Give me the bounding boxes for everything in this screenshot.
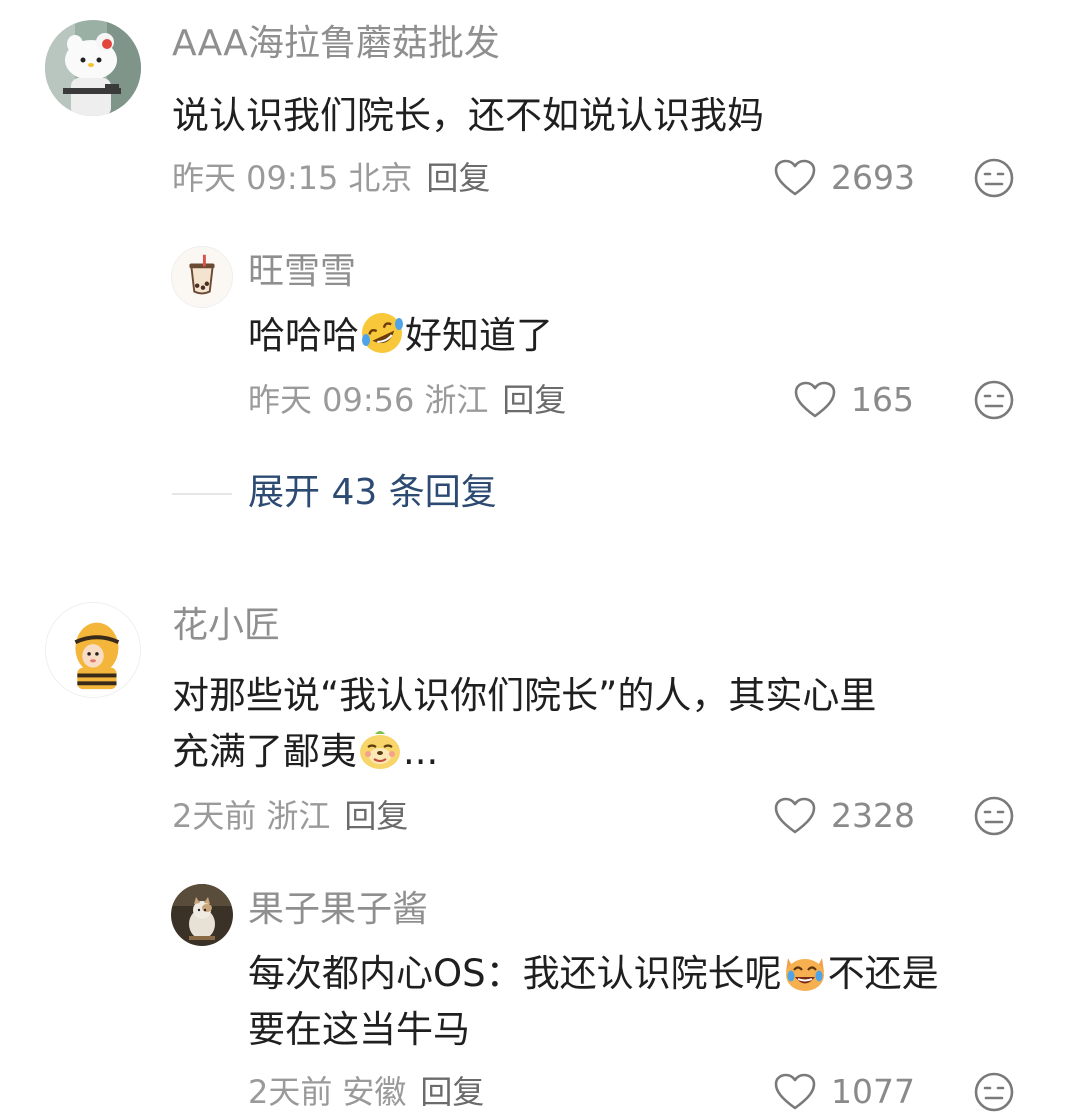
neutral-face-icon [974,158,1014,198]
avatar[interactable] [45,602,141,698]
comment-time: 2天前 [172,797,257,835]
dislike-button[interactable] [973,1071,1015,1113]
comment-meta: 2天前 浙江 回复 [172,796,408,836]
like-count: 165 [851,380,914,419]
like-count: 1077 [831,1072,915,1111]
like-button[interactable]: 2693 [773,156,915,200]
reply-text-part: 哈哈哈 [248,314,359,357]
reply-text-line: 每次都内心OS：我还认识院长呢 不还是 [248,946,939,1002]
reply-time: 昨天 09:56 [248,381,415,419]
reply-meta: 2天前 安徽 回复 [248,1072,484,1112]
reply-location: 浙江 [424,381,489,419]
reply-button[interactable]: 回复 [426,159,490,197]
reply-author-name[interactable]: 旺雪雪 [248,250,356,294]
reply-author-name[interactable]: 果子果子酱 [248,888,428,932]
like-button[interactable]: 165 [793,378,914,422]
cat-photo-avatar-icon [171,884,233,946]
like-button[interactable]: 2328 [773,794,915,838]
reply-location: 安徽 [342,1073,407,1111]
heart-icon [774,797,816,834]
like-button[interactable]: 1077 [773,1070,915,1114]
comment-location: 北京 [348,159,413,197]
reply-time: 2天前 [248,1073,333,1111]
like-count: 2328 [831,796,915,835]
comment-text-line: 充满了鄙夷 ... [172,724,876,780]
reply-text: 每次都内心OS：我还认识院长呢 不还是 要在这当牛马 [248,946,939,1058]
avatar[interactable] [45,20,141,116]
comment-time: 昨天 09:15 [172,159,339,197]
rofl-emoji-icon [359,310,405,356]
avatar[interactable] [171,246,233,308]
comment-text: 说认识我们院长，还不如说认识我妈 [172,94,764,137]
reply-text-part: 不还是 [827,952,939,995]
reply-text-line: 要在这当牛马 [248,1008,470,1051]
reply-meta: 昨天 09:56 浙江 回复 [248,380,566,420]
reply-button[interactable]: 回复 [420,1073,484,1111]
comment-text: 对那些说“我认识你们院长”的人，其实心里 充满了鄙夷 ... [172,668,876,780]
comment-author-name[interactable]: 花小匠 [172,604,280,648]
dislike-button[interactable] [973,157,1015,199]
comment-text-part: 充满了鄙夷 [172,730,357,773]
bee-costume-avatar-icon [46,603,140,697]
neutral-face-icon [974,796,1014,836]
hello-kitty-avatar-icon [45,20,141,116]
reply-text: 哈哈哈 好知道了 [248,308,553,364]
avatar[interactable] [171,884,233,946]
expand-replies-button[interactable]: 展开 43 条回复 [248,471,497,515]
reply-text-part: 好知道了 [405,314,553,357]
reply-button[interactable]: 回复 [344,797,408,835]
expand-divider [172,493,232,495]
laughing-cat-emoji-icon [782,948,828,994]
neutral-face-icon [974,380,1014,420]
heart-icon [794,381,836,418]
neutral-face-icon [974,1072,1014,1112]
bubble-tea-avatar-icon [172,247,232,307]
comment-location: 浙江 [266,797,331,835]
like-count: 2693 [831,158,915,197]
heart-icon [774,1073,816,1110]
dislike-button[interactable] [973,379,1015,421]
smug-dog-emoji-icon [357,726,403,772]
dislike-button[interactable] [973,795,1015,837]
comment-text-part: ... [403,730,439,773]
comment-author-name[interactable]: AAA海拉鲁蘑菇批发 [172,22,500,66]
reply-button[interactable]: 回复 [502,381,566,419]
reply-text-part: 每次都内心OS：我还认识院长呢 [248,952,782,995]
comment-text-line: 对那些说“我认识你们院长”的人，其实心里 [172,674,877,717]
comment-meta: 昨天 09:15 北京 回复 [172,158,490,198]
heart-icon [774,159,816,196]
